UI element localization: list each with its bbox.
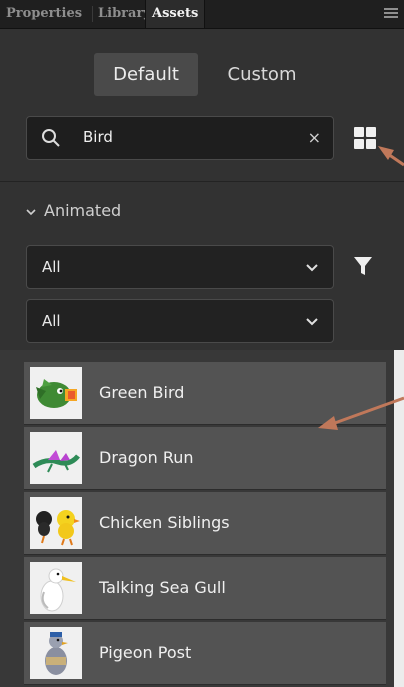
talking-sea-gull-thumbnail xyxy=(30,562,82,614)
asset-name: Chicken Siblings xyxy=(99,513,230,532)
chevron-down-icon xyxy=(26,208,36,215)
panel-menu-icon[interactable] xyxy=(384,8,398,18)
asset-name: Talking Sea Gull xyxy=(99,578,226,597)
chicken-siblings-thumbnail xyxy=(30,497,82,549)
filter-icon[interactable] xyxy=(353,255,373,277)
green-bird-thumbnail xyxy=(30,367,82,419)
search-value: Bird xyxy=(83,128,113,146)
pigeon-post-thumbnail xyxy=(30,627,82,679)
chevron-down-icon xyxy=(306,264,318,272)
chevron-down-icon xyxy=(306,318,318,326)
asset-name: Green Bird xyxy=(99,383,185,402)
custom-segment-button[interactable]: Custom xyxy=(210,53,314,96)
section-divider xyxy=(0,181,404,182)
annotation-arrow-grid xyxy=(378,146,404,167)
tab-properties[interactable]: Properties xyxy=(6,0,82,28)
tab-library[interactable]: Library xyxy=(98,0,151,28)
list-scrollbar[interactable] xyxy=(394,350,404,687)
dragon-run-thumbnail xyxy=(30,432,82,484)
asset-item-talking-sea-gull[interactable]: Talking Sea Gull xyxy=(24,557,386,620)
subcategory-dropdown[interactable]: All xyxy=(26,299,334,343)
section-label: Animated xyxy=(44,201,122,220)
asset-list: Green Bird Dragon Run Chicken Siblings T… xyxy=(24,362,386,687)
category-dropdown[interactable]: All xyxy=(26,245,334,289)
asset-item-dragon-run[interactable]: Dragon Run xyxy=(24,427,386,490)
search-input[interactable]: Bird × xyxy=(26,116,334,160)
asset-item-green-bird[interactable]: Green Bird xyxy=(24,362,386,425)
asset-item-pigeon-post[interactable]: Pigeon Post xyxy=(24,622,386,685)
category-dropdown-value: All xyxy=(42,258,61,276)
panel-tab-bar: Properties Library Assets xyxy=(0,0,404,29)
asset-item-chicken-siblings[interactable]: Chicken Siblings xyxy=(24,492,386,555)
subcategory-dropdown-value: All xyxy=(42,312,61,330)
animated-section-header[interactable]: Animated xyxy=(26,199,121,223)
grid-view-icon[interactable] xyxy=(354,127,376,149)
tab-divider xyxy=(92,6,93,22)
search-icon xyxy=(42,129,60,147)
tab-assets[interactable]: Assets xyxy=(145,0,206,28)
clear-search-icon[interactable]: × xyxy=(308,117,321,159)
asset-name: Dragon Run xyxy=(99,448,194,467)
asset-name: Pigeon Post xyxy=(99,643,192,662)
default-segment-button[interactable]: Default xyxy=(94,53,198,96)
